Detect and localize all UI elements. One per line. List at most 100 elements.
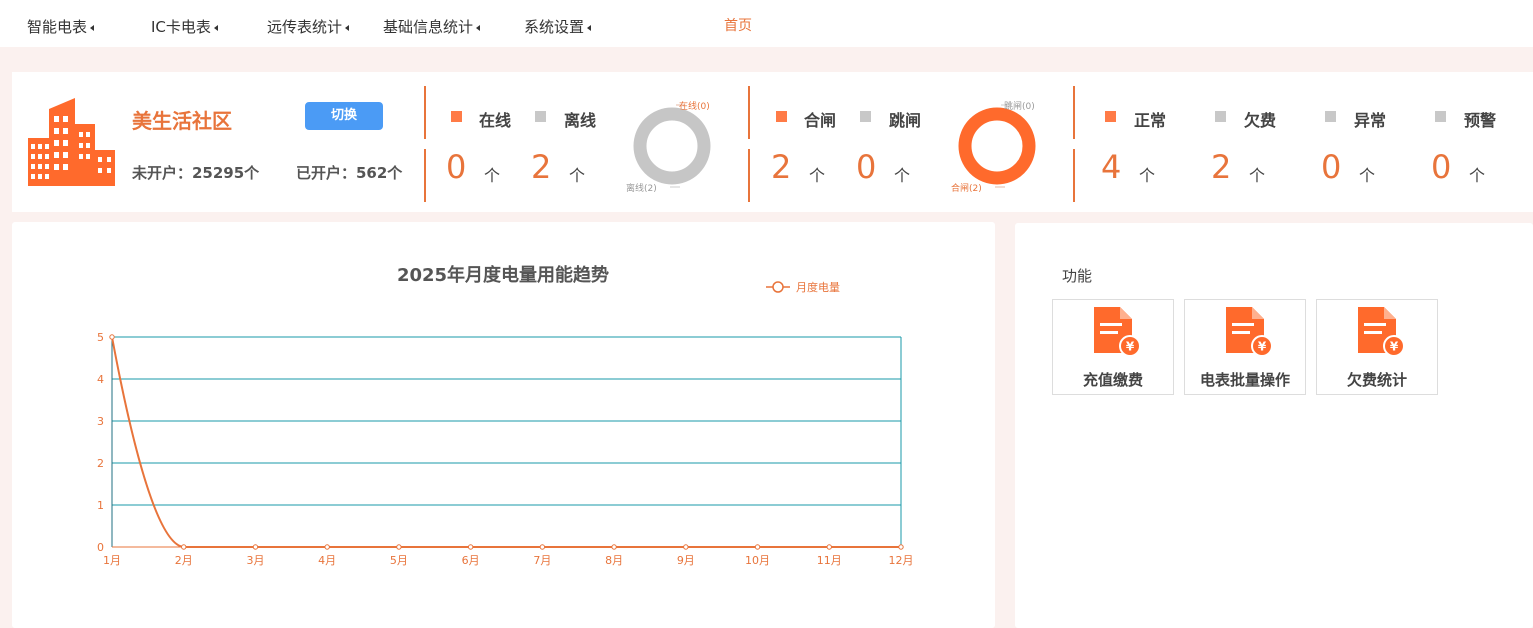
data-point[interactable] <box>826 544 832 550</box>
functions-title: 功能 <box>1062 267 1093 285</box>
x-tick-label: 12月 <box>889 554 914 567</box>
nav-home[interactable]: 首页 <box>724 15 752 35</box>
svg-text:¥: ¥ <box>1390 340 1399 354</box>
switch-button[interactable]: 切换 <box>305 102 383 130</box>
online-unit: 个 <box>484 166 501 185</box>
nav-label: 远传表统计 <box>267 18 343 36</box>
svg-text:¥: ¥ <box>1258 340 1267 354</box>
divider <box>748 149 750 202</box>
data-point[interactable] <box>252 544 259 550</box>
nav-label: 系统设置 <box>524 18 585 36</box>
legend-online-swatch <box>451 111 462 122</box>
building-icon <box>28 98 115 186</box>
data-point[interactable] <box>683 544 689 550</box>
legend-closed-label: 合闸 <box>804 111 837 130</box>
data-point[interactable] <box>539 544 546 550</box>
x-tick-label: 7月 <box>533 554 551 567</box>
y-tick-label: 0 <box>97 541 104 554</box>
data-point[interactable] <box>396 544 402 550</box>
tripped-unit: 个 <box>894 166 911 185</box>
recharge-payment-tile[interactable]: ¥ 充值缴费 <box>1052 299 1174 395</box>
y-tick-label: 3 <box>97 415 104 428</box>
warning-unit: 个 <box>1469 166 1486 185</box>
legend-abnormal-label: 异常 <box>1354 111 1387 130</box>
tile-label: 充值缴费 <box>1082 371 1143 389</box>
meter-batch-operation-tile[interactable]: ¥ 电表批量操作 <box>1184 299 1306 395</box>
unopened-accounts: 未开户：25295个 <box>132 164 260 182</box>
legend-arrears-swatch <box>1215 111 1226 122</box>
top-nav: 智能电表 IC卡电表 远传表统计 基础信息统计 系统设置 首页 <box>0 0 1533 47</box>
offline-unit: 个 <box>569 166 586 185</box>
legend-warning-swatch <box>1435 111 1446 122</box>
opened-accounts: 已开户：562个 <box>296 164 403 182</box>
nav-basic-info-stats[interactable]: 基础信息统计 <box>383 16 481 37</box>
x-tick-label: 6月 <box>462 554 480 567</box>
summary-panel: 美生活社区 切换 未开户：25295个 已开户：562个 在线 离线 0 个 2… <box>12 72 1533 212</box>
data-point[interactable] <box>181 544 187 550</box>
legend-online-label: 在线 <box>479 111 512 130</box>
data-point[interactable] <box>611 544 617 550</box>
y-tick-label: 5 <box>97 331 104 344</box>
abnormal-count: 0 <box>1321 148 1342 186</box>
normal-unit: 个 <box>1139 166 1156 185</box>
nav-smart-meter[interactable]: 智能电表 <box>27 16 95 37</box>
chart-panel: 2025年月度电量用能趋势 月度电量 0 1 2 3 4 5 1月 2月 3月 4月 5月 6月 7月… <box>12 222 995 628</box>
svg-text:¥: ¥ <box>1126 340 1135 354</box>
data-point[interactable] <box>109 334 115 340</box>
divider <box>424 149 426 202</box>
ring-label-offline: 离线(2) <box>626 184 657 194</box>
legend-offline-label: 离线 <box>564 111 597 130</box>
divider <box>1073 86 1075 139</box>
ring-label-online: 在线(0) <box>679 102 710 112</box>
nav-remote-meter-stats[interactable]: 远传表统计 <box>267 16 350 37</box>
nav-ic-card-meter[interactable]: IC卡电表 <box>151 16 218 37</box>
bill-yen-icon: ¥ <box>1226 307 1273 357</box>
arrears-statistics-tile[interactable]: ¥ 欠费统计 <box>1316 299 1438 395</box>
warning-count: 0 <box>1431 148 1452 186</box>
data-point[interactable] <box>324 544 330 550</box>
x-tick-label: 1月 <box>103 554 121 567</box>
community-name: 美生活社区 <box>132 109 232 133</box>
legend-normal-swatch <box>1105 111 1116 122</box>
ring-label-tripped: 跳闸(0) <box>1004 102 1035 112</box>
x-tick-label: 3月 <box>246 554 264 567</box>
offline-count: 2 <box>531 148 552 186</box>
x-tick-label: 10月 <box>745 554 770 567</box>
caret-left-icon <box>90 24 95 31</box>
legend-offline-swatch <box>535 111 546 122</box>
divider <box>748 86 750 139</box>
legend-arrears-label: 欠费 <box>1244 111 1277 130</box>
legend-normal-label: 正常 <box>1134 111 1167 130</box>
nav-system-settings[interactable]: 系统设置 <box>524 16 592 37</box>
legend-series-label: 月度电量 <box>796 280 840 294</box>
x-tick-label: 11月 <box>817 554 842 567</box>
x-tick-label: 4月 <box>318 554 336 567</box>
divider <box>1073 149 1075 202</box>
closed-unit: 个 <box>809 166 826 185</box>
x-tick-label: 8月 <box>605 554 623 567</box>
legend-tripped-swatch <box>860 111 871 122</box>
data-point[interactable] <box>898 544 904 550</box>
legend-abnormal-swatch <box>1325 111 1336 122</box>
data-point[interactable] <box>754 544 761 550</box>
x-tick-label: 9月 <box>677 554 695 567</box>
tile-label: 欠费统计 <box>1346 371 1407 389</box>
online-count: 0 <box>446 148 467 186</box>
nav-label: IC卡电表 <box>151 18 211 36</box>
data-point[interactable] <box>467 544 474 550</box>
arrears-unit: 个 <box>1249 166 1266 185</box>
tripped-count: 0 <box>856 148 877 186</box>
x-tick-label: 2月 <box>175 554 193 567</box>
bill-yen-icon: ¥ <box>1094 307 1141 357</box>
chart-legend[interactable]: 月度电量 <box>766 280 840 294</box>
y-tick-label: 1 <box>97 499 104 512</box>
y-tick-label: 4 <box>97 373 104 386</box>
divider <box>424 86 426 139</box>
normal-count: 4 <box>1101 148 1122 186</box>
nav-label: 基础信息统计 <box>383 18 474 36</box>
monthly-energy-chart: 2025年月度电量用能趋势 月度电量 0 1 2 3 4 5 1月 2月 3月 4月 5月 6月 7月… <box>97 264 914 567</box>
x-tick-label: 5月 <box>390 554 408 567</box>
closed-count: 2 <box>771 148 792 186</box>
caret-left-icon <box>345 24 350 31</box>
caret-left-icon <box>587 24 592 31</box>
